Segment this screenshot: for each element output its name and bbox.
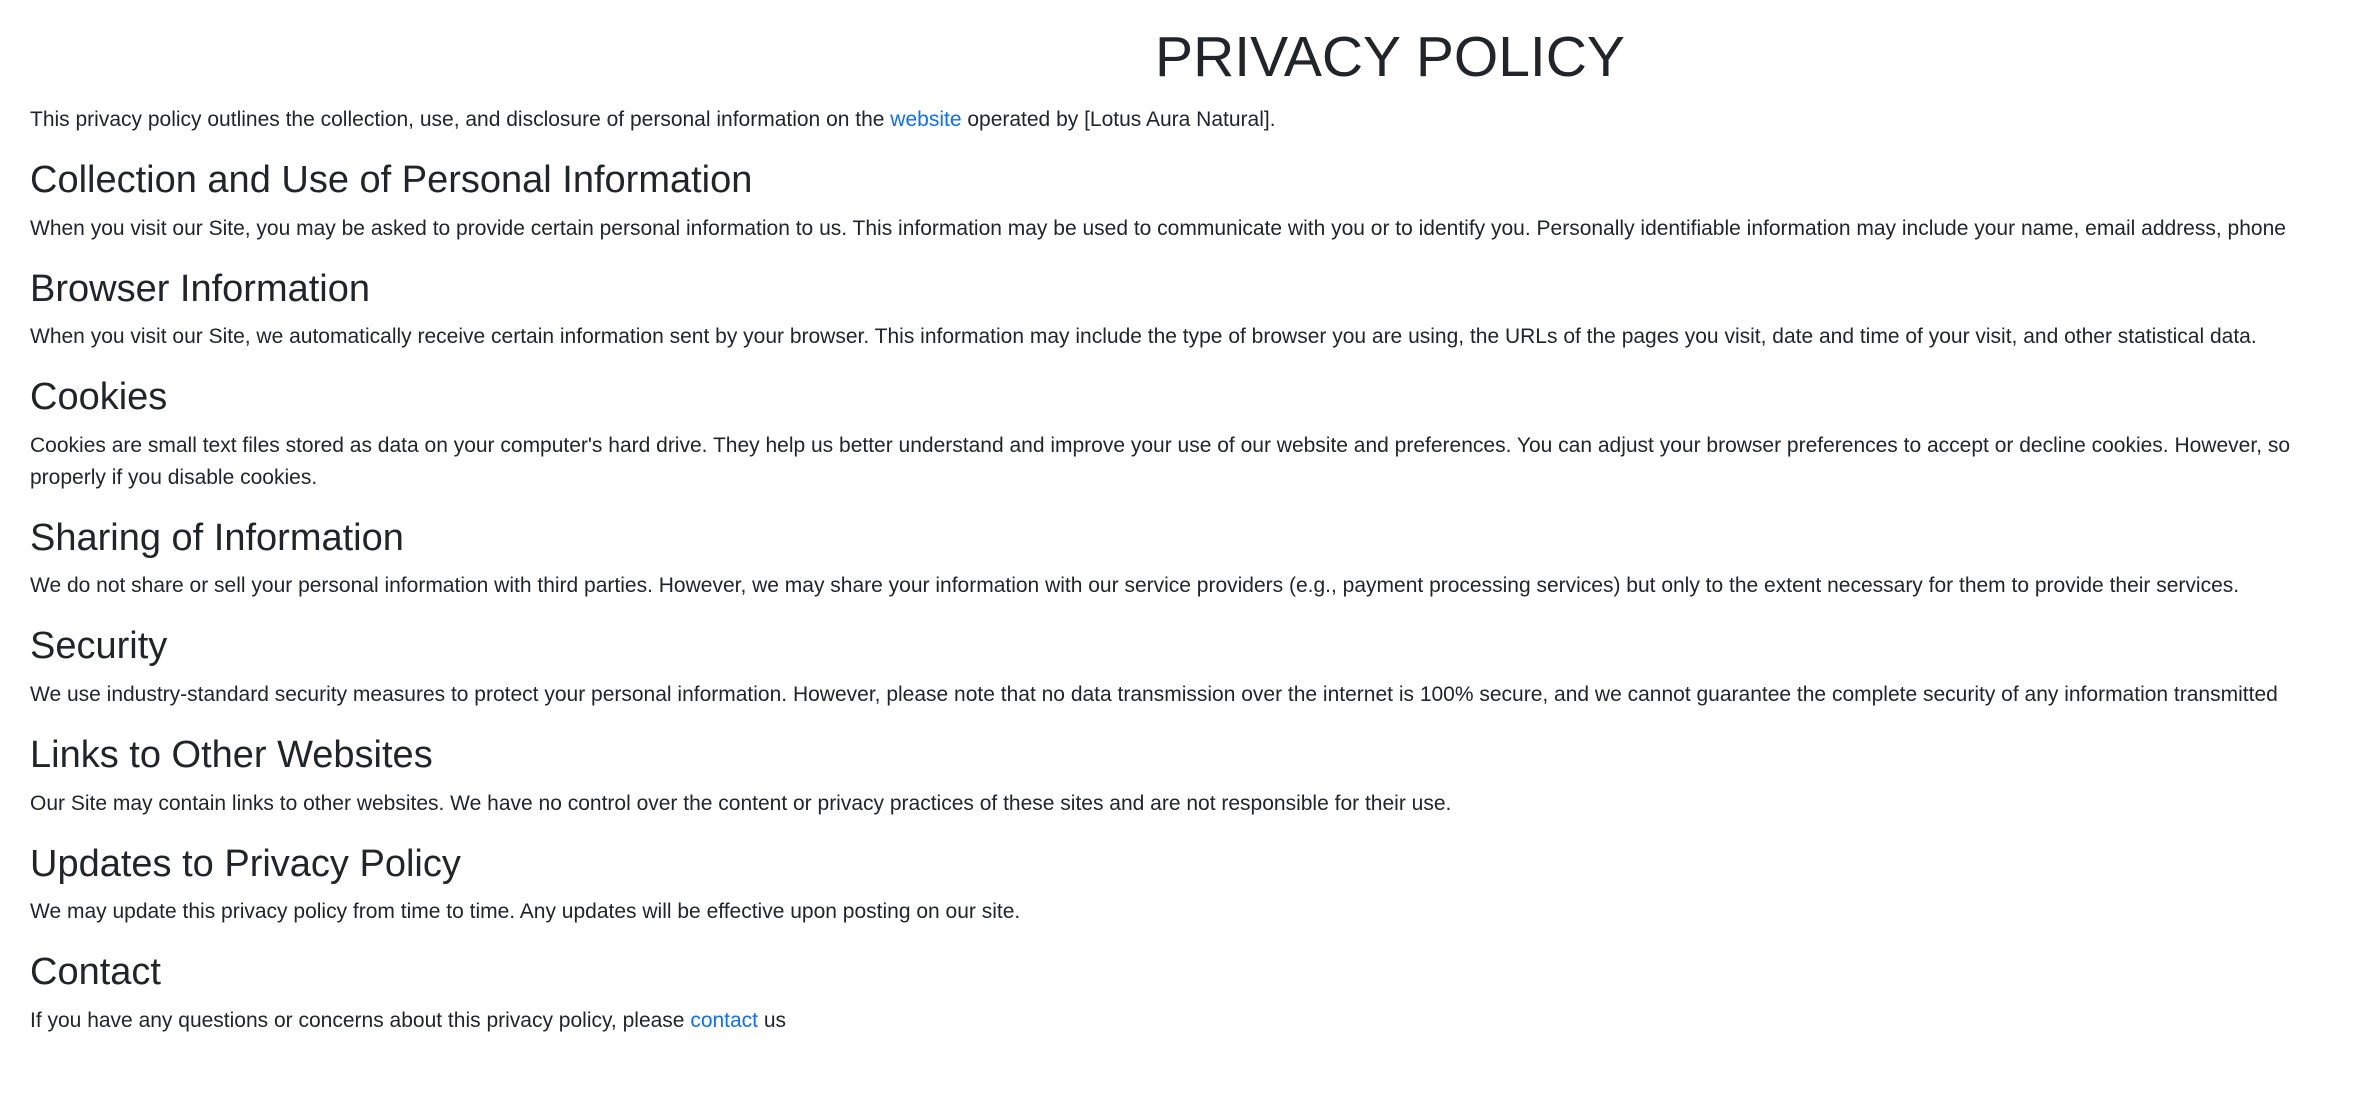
section-heading-contact: Contact	[30, 951, 161, 994]
section-heading-collection: Collection and Use of Personal Informati…	[30, 159, 753, 201]
cookies-text-line-1: Cookies are small text files stored as d…	[30, 433, 2291, 457]
contact-link[interactable]: contact	[690, 1009, 758, 1032]
section-text-security: We use industry-standard security measur…	[30, 682, 2278, 706]
section-text-collection: When you visit our Site, you may be aske…	[30, 216, 2286, 240]
section-text-contact: If you have any questions or concerns ab…	[30, 1005, 2366, 1037]
section-heading-cookies: Cookies	[30, 376, 168, 419]
section-heading-security: Security	[30, 625, 168, 668]
website-link[interactable]: website	[890, 108, 961, 131]
section-text-sharing: We do not share or sell your personal in…	[30, 574, 2240, 598]
contact-text-after: us	[758, 1008, 787, 1032]
intro-text-after: operated by [Lotus Aura Natural].	[961, 108, 1276, 131]
section-heading-links: Links to Other Websites	[30, 733, 433, 776]
intro-text-before: This privacy policy outlines the collect…	[30, 108, 891, 131]
cookies-text-line-2: properly if you disable cookies.	[30, 465, 318, 489]
section-text-cookies: Cookies are small text files stored as d…	[30, 430, 2366, 494]
policy-content: This privacy policy outlines the collect…	[30, 104, 2366, 1037]
section-heading-updates: Updates to Privacy Policy	[30, 842, 461, 885]
contact-text-before: If you have any questions or concerns ab…	[30, 1008, 691, 1032]
section-heading-browser-information: Browser Information	[30, 267, 371, 310]
intro-paragraph: This privacy policy outlines the collect…	[30, 104, 2366, 136]
section-text-links: Our Site may contain links to other webs…	[30, 791, 1452, 815]
section-text-browser-information: When you visit our Site, we automaticall…	[30, 325, 2257, 349]
section-heading-sharing: Sharing of Information	[30, 516, 404, 559]
section-text-updates: We may update this privacy policy from t…	[30, 900, 1021, 924]
page-title: PRIVACY POLICY	[1155, 25, 1625, 89]
privacy-policy-page: PRIVACY POLICY This privacy policy outli…	[0, 0, 2366, 1102]
